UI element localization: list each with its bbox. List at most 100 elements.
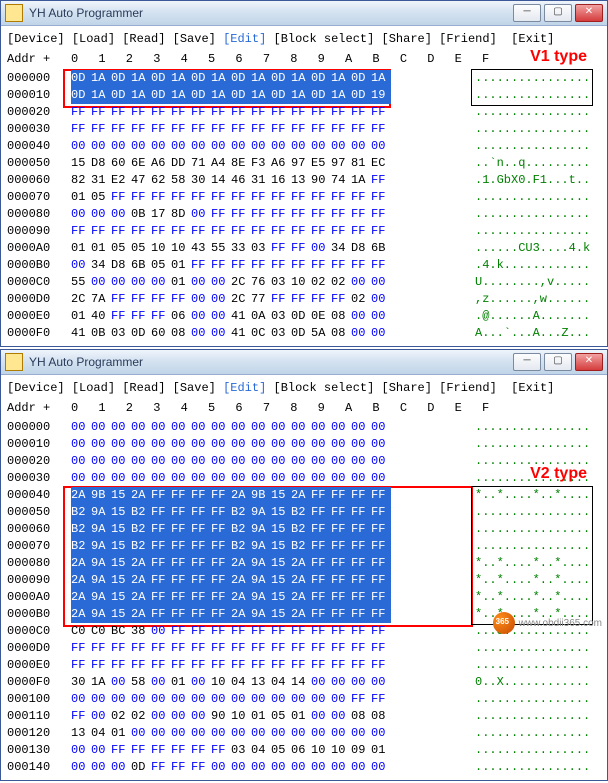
- hex-byte[interactable]: 00: [71, 759, 91, 776]
- hex-byte[interactable]: 00: [71, 138, 91, 155]
- hex-byte[interactable]: 1A: [291, 70, 311, 87]
- hex-byte[interactable]: 00: [351, 470, 371, 487]
- maximize-button[interactable]: ▢: [544, 353, 572, 371]
- hex-byte[interactable]: FF: [371, 657, 391, 674]
- hex-byte[interactable]: 00: [211, 274, 231, 291]
- hex-byte[interactable]: FF: [371, 521, 391, 538]
- menu-friend[interactable]: [Friend]: [439, 381, 497, 395]
- hex-byte[interactable]: FF: [131, 291, 151, 308]
- hex-cells[interactable]: 0105FFFFFFFFFFFFFFFFFFFFFFFFFFFF: [71, 189, 475, 206]
- hex-byte[interactable]: FF: [211, 223, 231, 240]
- hex-byte[interactable]: 08: [351, 708, 371, 725]
- hex-byte[interactable]: 0D: [311, 87, 331, 104]
- hex-byte[interactable]: 08: [331, 325, 351, 342]
- hex-byte[interactable]: 1A: [251, 87, 271, 104]
- hex-byte[interactable]: 00: [371, 308, 391, 325]
- hex-byte[interactable]: 05: [271, 708, 291, 725]
- hex-byte[interactable]: 0C: [251, 325, 271, 342]
- hex-byte[interactable]: 03: [271, 308, 291, 325]
- hex-byte[interactable]: FF: [311, 589, 331, 606]
- hex-byte[interactable]: FF: [331, 521, 351, 538]
- data-row[interactable]: 00003000000000000000000000000000000000..…: [7, 470, 601, 487]
- hex-byte[interactable]: 00: [131, 274, 151, 291]
- hex-byte[interactable]: 00: [131, 470, 151, 487]
- hex-byte[interactable]: FF: [351, 606, 371, 623]
- hex-byte[interactable]: 15: [271, 487, 291, 504]
- hex-byte[interactable]: 00: [311, 708, 331, 725]
- hex-byte[interactable]: E5: [311, 155, 331, 172]
- hex-byte[interactable]: 15: [111, 538, 131, 555]
- hex-byte[interactable]: 00: [231, 436, 251, 453]
- hex-byte[interactable]: 01: [71, 240, 91, 257]
- hex-byte[interactable]: 03: [231, 742, 251, 759]
- hex-byte[interactable]: FF: [331, 606, 351, 623]
- data-row[interactable]: 0000B00034D86B0501FFFFFFFFFFFFFFFFFFFF.4…: [7, 257, 601, 274]
- hex-byte[interactable]: FF: [311, 104, 331, 121]
- hex-byte[interactable]: 00: [311, 725, 331, 742]
- hex-byte[interactable]: 00: [371, 325, 391, 342]
- hex-byte[interactable]: FF: [231, 657, 251, 674]
- hex-byte[interactable]: 16: [271, 172, 291, 189]
- hex-byte[interactable]: 00: [171, 138, 191, 155]
- hex-byte[interactable]: 15: [271, 504, 291, 521]
- hex-byte[interactable]: 00: [351, 453, 371, 470]
- hex-byte[interactable]: FF: [231, 223, 251, 240]
- hex-cells[interactable]: FFFFFFFFFFFFFFFFFFFFFFFFFFFFFFFF: [71, 121, 475, 138]
- hex-byte[interactable]: 8D: [171, 206, 191, 223]
- hex-byte[interactable]: 9A: [251, 521, 271, 538]
- hex-byte[interactable]: FF: [91, 223, 111, 240]
- hex-byte[interactable]: 0D: [351, 87, 371, 104]
- hex-byte[interactable]: 9B: [251, 487, 271, 504]
- hex-byte[interactable]: 03: [271, 274, 291, 291]
- hex-byte[interactable]: 00: [351, 436, 371, 453]
- hex-byte[interactable]: 2C: [71, 291, 91, 308]
- hex-byte[interactable]: 00: [231, 470, 251, 487]
- hex-cells[interactable]: 2A9A152AFFFFFFFF2A9A152AFFFFFFFF: [71, 555, 475, 572]
- hex-byte[interactable]: FF: [211, 589, 231, 606]
- data-row[interactable]: 0000402A9B152AFFFFFFFF2A9B152AFFFFFFFF*.…: [7, 487, 601, 504]
- hex-byte[interactable]: FF: [211, 623, 231, 640]
- hex-byte[interactable]: FF: [351, 538, 371, 555]
- hex-byte[interactable]: 03: [111, 325, 131, 342]
- hex-byte[interactable]: 01: [371, 742, 391, 759]
- hex-byte[interactable]: 00: [211, 138, 231, 155]
- hex-byte[interactable]: 01: [251, 708, 271, 725]
- hex-byte[interactable]: 0D: [351, 70, 371, 87]
- hex-byte[interactable]: B2: [291, 504, 311, 521]
- hex-byte[interactable]: 01: [291, 708, 311, 725]
- hex-byte[interactable]: 00: [251, 138, 271, 155]
- hex-byte[interactable]: 7A: [91, 291, 111, 308]
- hex-byte[interactable]: 00: [151, 436, 171, 453]
- data-row[interactable]: 000090FFFFFFFFFFFFFFFFFFFFFFFFFFFFFFFF..…: [7, 223, 601, 240]
- hex-byte[interactable]: 00: [371, 138, 391, 155]
- hex-byte[interactable]: D8: [91, 155, 111, 172]
- hex-byte[interactable]: FF: [351, 691, 371, 708]
- hex-byte[interactable]: 00: [91, 436, 111, 453]
- hex-byte[interactable]: 00: [231, 691, 251, 708]
- hex-cells[interactable]: 0000000DFFFFFF000000000000000000: [71, 759, 475, 776]
- hex-byte[interactable]: 15: [71, 155, 91, 172]
- hex-byte[interactable]: 00: [151, 691, 171, 708]
- hex-byte[interactable]: 00: [231, 419, 251, 436]
- hex-byte[interactable]: FF: [151, 291, 171, 308]
- hex-byte[interactable]: FF: [191, 121, 211, 138]
- hex-byte[interactable]: 00: [251, 691, 271, 708]
- hex-byte[interactable]: 00: [191, 691, 211, 708]
- hex-byte[interactable]: 0D: [151, 87, 171, 104]
- hex-byte[interactable]: FF: [171, 223, 191, 240]
- hex-byte[interactable]: 00: [191, 206, 211, 223]
- hex-byte[interactable]: FF: [151, 538, 171, 555]
- hex-byte[interactable]: 00: [111, 453, 131, 470]
- hex-byte[interactable]: 00: [111, 674, 131, 691]
- hex-byte[interactable]: FF: [191, 606, 211, 623]
- hex-byte[interactable]: FF: [171, 487, 191, 504]
- hex-byte[interactable]: 00: [291, 691, 311, 708]
- hex-byte[interactable]: FF: [131, 657, 151, 674]
- hex-byte[interactable]: FF: [371, 504, 391, 521]
- hex-byte[interactable]: 00: [91, 138, 111, 155]
- hex-byte[interactable]: FF: [131, 640, 151, 657]
- hex-byte[interactable]: 00: [151, 453, 171, 470]
- hex-byte[interactable]: FF: [271, 121, 291, 138]
- hex-byte[interactable]: FF: [171, 640, 191, 657]
- hex-byte[interactable]: 06: [171, 308, 191, 325]
